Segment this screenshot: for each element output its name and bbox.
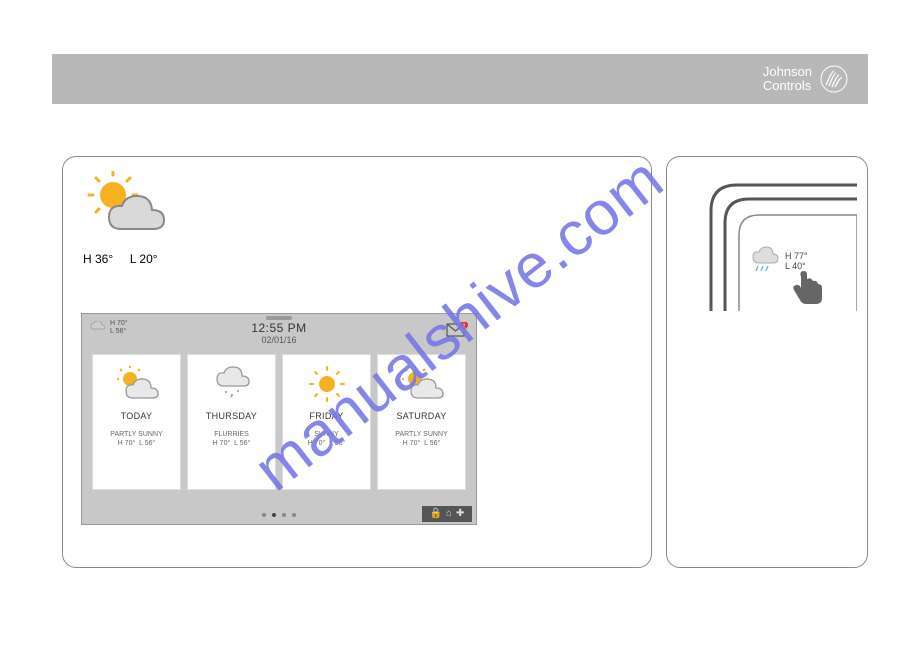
flurries-icon: *: [210, 363, 254, 407]
widget-corner-buttons[interactable]: 🔒 ⌂ ✚: [422, 506, 472, 522]
device-frame: H 77° L 40°: [681, 171, 857, 311]
plus-icon[interactable]: ✚: [456, 509, 464, 519]
day-label: TODAY: [121, 411, 153, 421]
brand-line1: Johnson: [763, 65, 812, 79]
widget-time: 12:55 PM: [251, 321, 306, 335]
current-high: H 36°: [83, 252, 113, 266]
forecast-widget: H 70° L 56° 12:55 PM 02/01/16 2: [81, 313, 477, 525]
svg-text:*: *: [230, 395, 233, 402]
current-low: L 20°: [130, 252, 158, 266]
forecast-card[interactable]: TODAY PARTLY SUNNY H 70° L 56°: [92, 354, 181, 490]
forecast-card[interactable]: * THURSDAY FLURRIES H 70° L 56°: [187, 354, 276, 490]
brand-line2: Controls: [763, 79, 812, 93]
lock-icon[interactable]: 🔒: [430, 509, 442, 519]
mini-low: L 56°: [110, 328, 128, 336]
main-panel: H 36° L 20° H 70° L 56° 12:55 PM 02/01/1…: [62, 156, 652, 568]
partly-sunny-icon: [400, 363, 444, 407]
current-weather: H 36° L 20°: [83, 171, 213, 266]
widget-footer: 🔒 ⌂ ✚: [82, 502, 476, 524]
partly-sunny-icon: [83, 171, 213, 246]
current-high-low: H 36° L 20°: [83, 252, 213, 266]
touch-high: H 77°: [785, 251, 808, 261]
brand-glyph-icon: [820, 65, 848, 93]
brand-text: Johnson Controls: [763, 65, 812, 93]
forecast-cards: TODAY PARTLY SUNNY H 70° L 56° * THURSDA…: [82, 354, 476, 490]
day-label: FRIDAY: [309, 411, 343, 421]
partly-sunny-icon: [115, 363, 159, 407]
condition: PARTLY SUNNY: [395, 431, 447, 438]
condition: PARTLY SUNNY: [110, 431, 162, 438]
home-icon[interactable]: ⌂: [446, 509, 452, 519]
widget-header: H 70° L 56° 12:55 PM 02/01/16 2: [82, 314, 476, 352]
brand-logo: Johnson Controls: [763, 65, 848, 93]
top-banner: Johnson Controls: [52, 54, 868, 104]
mini-high: H 70°: [110, 320, 128, 328]
day-label: THURSDAY: [206, 411, 257, 421]
widget-date: 02/01/16: [261, 335, 296, 345]
sunny-icon: [305, 363, 349, 407]
condition: SUNNY: [314, 431, 339, 438]
page-dots[interactable]: [259, 504, 299, 522]
high-low: H 70° L 56°: [308, 440, 346, 447]
day-label: SATURDAY: [396, 411, 446, 421]
side-panel: H 77° L 40°: [666, 156, 868, 568]
mail-button[interactable]: 2: [446, 322, 468, 338]
high-low: H 70° L 56°: [213, 440, 251, 447]
rain-cloud-icon: [90, 321, 106, 335]
widget-mini-weather[interactable]: H 70° L 56°: [90, 320, 128, 336]
touch-low: L 40°: [785, 261, 806, 271]
forecast-card[interactable]: FRIDAY SUNNY H 70° L 56°: [282, 354, 371, 490]
high-low: H 70° L 56°: [118, 440, 156, 447]
mail-badge: 2: [463, 324, 466, 330]
condition: FLURRIES: [214, 431, 249, 438]
high-low: H 70° L 56°: [403, 440, 441, 447]
forecast-card[interactable]: SATURDAY PARTLY SUNNY H 70° L 56°: [377, 354, 466, 490]
